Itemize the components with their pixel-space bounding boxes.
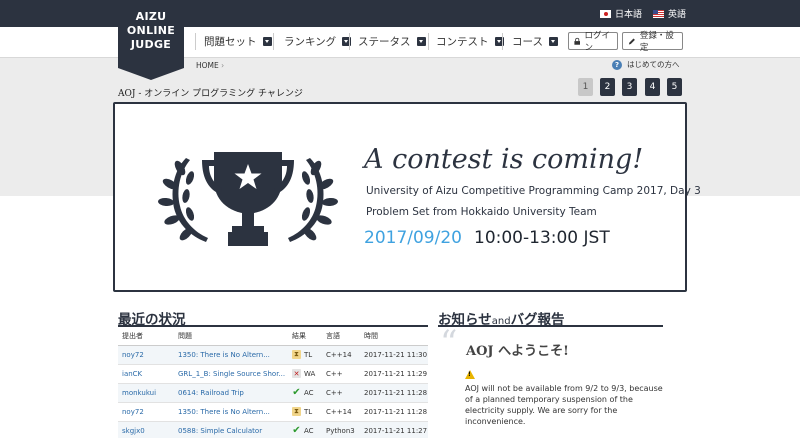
quote-icon: “ xyxy=(440,323,458,363)
time-cell: 2017-11-21 11:29 xyxy=(360,364,428,384)
problem-link[interactable]: 1350: There is No Altern... xyxy=(174,402,288,422)
result-cell[interactable]: ✔ AC xyxy=(288,383,322,403)
banner-line-1: University of Aizu Competitive Programmi… xyxy=(366,185,701,197)
hourglass-icon: ⧗ xyxy=(292,407,301,416)
logo-text: AIZU ONLINE JUDGE xyxy=(126,10,176,51)
check-icon: ✔ xyxy=(292,425,301,436)
submitter-link[interactable]: monkukui xyxy=(118,383,174,403)
breadcrumb: HOME › xyxy=(196,61,224,70)
table-header-row: 提出者 問題 結果 言語 時間 xyxy=(118,327,428,346)
column-header: 結果 xyxy=(288,327,322,346)
column-header: 時間 xyxy=(360,327,428,346)
chevron-down-icon xyxy=(548,37,558,46)
problem-link[interactable]: GRL_1_B: Single Source Shor... xyxy=(174,364,288,384)
nav-problem-sets[interactable]: 問題セット xyxy=(204,34,272,49)
banner-headline: A contest is coming! xyxy=(364,144,644,175)
nav-contest[interactable]: コンテスト xyxy=(436,34,504,49)
login-button[interactable]: ログイン xyxy=(568,31,618,53)
section-divider xyxy=(438,325,663,327)
pager-page-3[interactable]: 3 xyxy=(622,78,637,96)
banner-time: 10:00-13:00 JST xyxy=(474,228,610,248)
nav-ranking[interactable]: ランキング xyxy=(284,34,352,49)
help-link[interactable]: ? はじめての方へ xyxy=(612,59,680,70)
nav-separator xyxy=(195,33,196,50)
submitter-link[interactable]: noy72 xyxy=(118,345,174,365)
nav-separator xyxy=(273,33,274,50)
chevron-right-icon: › xyxy=(221,61,225,70)
time-cell: 2017-11-21 11:28 xyxy=(360,383,428,403)
flag-jp-icon xyxy=(600,9,611,18)
table-row: noy72 1350: There is No Altern... ⧗ TL C+… xyxy=(118,345,428,365)
welcome-heading: AOJ へようこそ! xyxy=(466,344,569,359)
pencil-icon xyxy=(628,38,635,45)
language-cell: Python3 xyxy=(322,421,360,438)
trophy-icon xyxy=(158,152,338,246)
time-cell: 2017-11-21 11:27 xyxy=(360,421,428,438)
table-row: monkukui 0614: Railroad Trip ✔ AC C++ 201… xyxy=(118,383,428,403)
result-cell[interactable]: ✕ WA xyxy=(288,364,322,384)
wrong-answer-icon: ✕ xyxy=(292,369,301,378)
problem-link[interactable]: 0614: Railroad Trip xyxy=(174,383,288,403)
time-cell: 2017-11-21 11:28 xyxy=(360,402,428,422)
flag-us-icon xyxy=(653,9,664,18)
language-english-link[interactable]: 英語 xyxy=(653,7,686,20)
pager-page-2[interactable]: 2 xyxy=(600,78,615,96)
pager-page-1[interactable]: 1 xyxy=(578,78,593,96)
breadcrumb-home[interactable]: HOME xyxy=(196,61,219,70)
banner-date: 2017/09/20 xyxy=(364,228,462,248)
maintenance-notice: AOJ will not be available from 9/2 to 9/… xyxy=(465,384,663,426)
banner-line-2: Problem Set from Hokkaido University Tea… xyxy=(366,206,597,218)
column-header: 言語 xyxy=(322,327,360,346)
question-icon: ? xyxy=(612,59,622,70)
nav-separator xyxy=(502,33,503,50)
problem-link[interactable]: 0588: Simple Calculator xyxy=(174,421,288,438)
problem-link[interactable]: 1350: There is No Altern... xyxy=(174,345,288,365)
chevron-down-icon xyxy=(262,37,272,46)
language-japanese-link[interactable]: 日本語 xyxy=(600,7,642,20)
result-cell[interactable]: ✔ AC xyxy=(288,421,322,438)
pager-page-4[interactable]: 4 xyxy=(645,78,660,96)
warning-mark: ! xyxy=(468,371,471,378)
nav-separator xyxy=(349,33,350,50)
column-header: 問題 xyxy=(174,327,288,346)
nav-separator xyxy=(428,33,429,50)
register-settings-button[interactable]: 登録・設定 xyxy=(622,31,683,53)
nav-status[interactable]: ステータス xyxy=(358,34,426,49)
hourglass-icon: ⧗ xyxy=(292,350,301,359)
submitter-link[interactable]: noy72 xyxy=(118,402,174,422)
submitter-link[interactable]: ianCK xyxy=(118,364,174,384)
language-cell: C++14 xyxy=(322,402,360,422)
time-cell: 2017-11-21 11:30 xyxy=(360,345,428,365)
table-row: noy72 1350: There is No Altern... ⧗ TL C+… xyxy=(118,402,428,422)
chevron-down-icon xyxy=(416,37,426,46)
nav-course[interactable]: コース xyxy=(512,34,558,49)
language-cell: C++ xyxy=(322,383,360,403)
language-english-label: 英語 xyxy=(668,10,687,20)
recent-status-table: 提出者 問題 結果 言語 時間 noy72 1350: There is No … xyxy=(118,327,428,438)
check-icon: ✔ xyxy=(292,387,301,398)
submitter-link[interactable]: skgjx0 xyxy=(118,421,174,438)
language-cell: C++ xyxy=(322,364,360,384)
result-cell[interactable]: ⧗ TL xyxy=(288,345,322,365)
pager-page-5[interactable]: 5 xyxy=(667,78,682,96)
lock-icon xyxy=(574,37,581,45)
site-logo[interactable]: AIZU ONLINE JUDGE xyxy=(118,0,184,80)
table-row: skgjx0 0588: Simple Calculator ✔ AC Pytho… xyxy=(118,421,428,438)
result-cell[interactable]: ⧗ TL xyxy=(288,402,322,422)
page-title: AOJ - オンライン プログラミング チャレンジ xyxy=(118,89,303,99)
language-cell: C++14 xyxy=(322,345,360,365)
language-japanese-label: 日本語 xyxy=(615,10,643,20)
table-row: ianCK GRL_1_B: Single Source Shor... ✕ WA… xyxy=(118,364,428,384)
column-header: 提出者 xyxy=(118,327,174,346)
